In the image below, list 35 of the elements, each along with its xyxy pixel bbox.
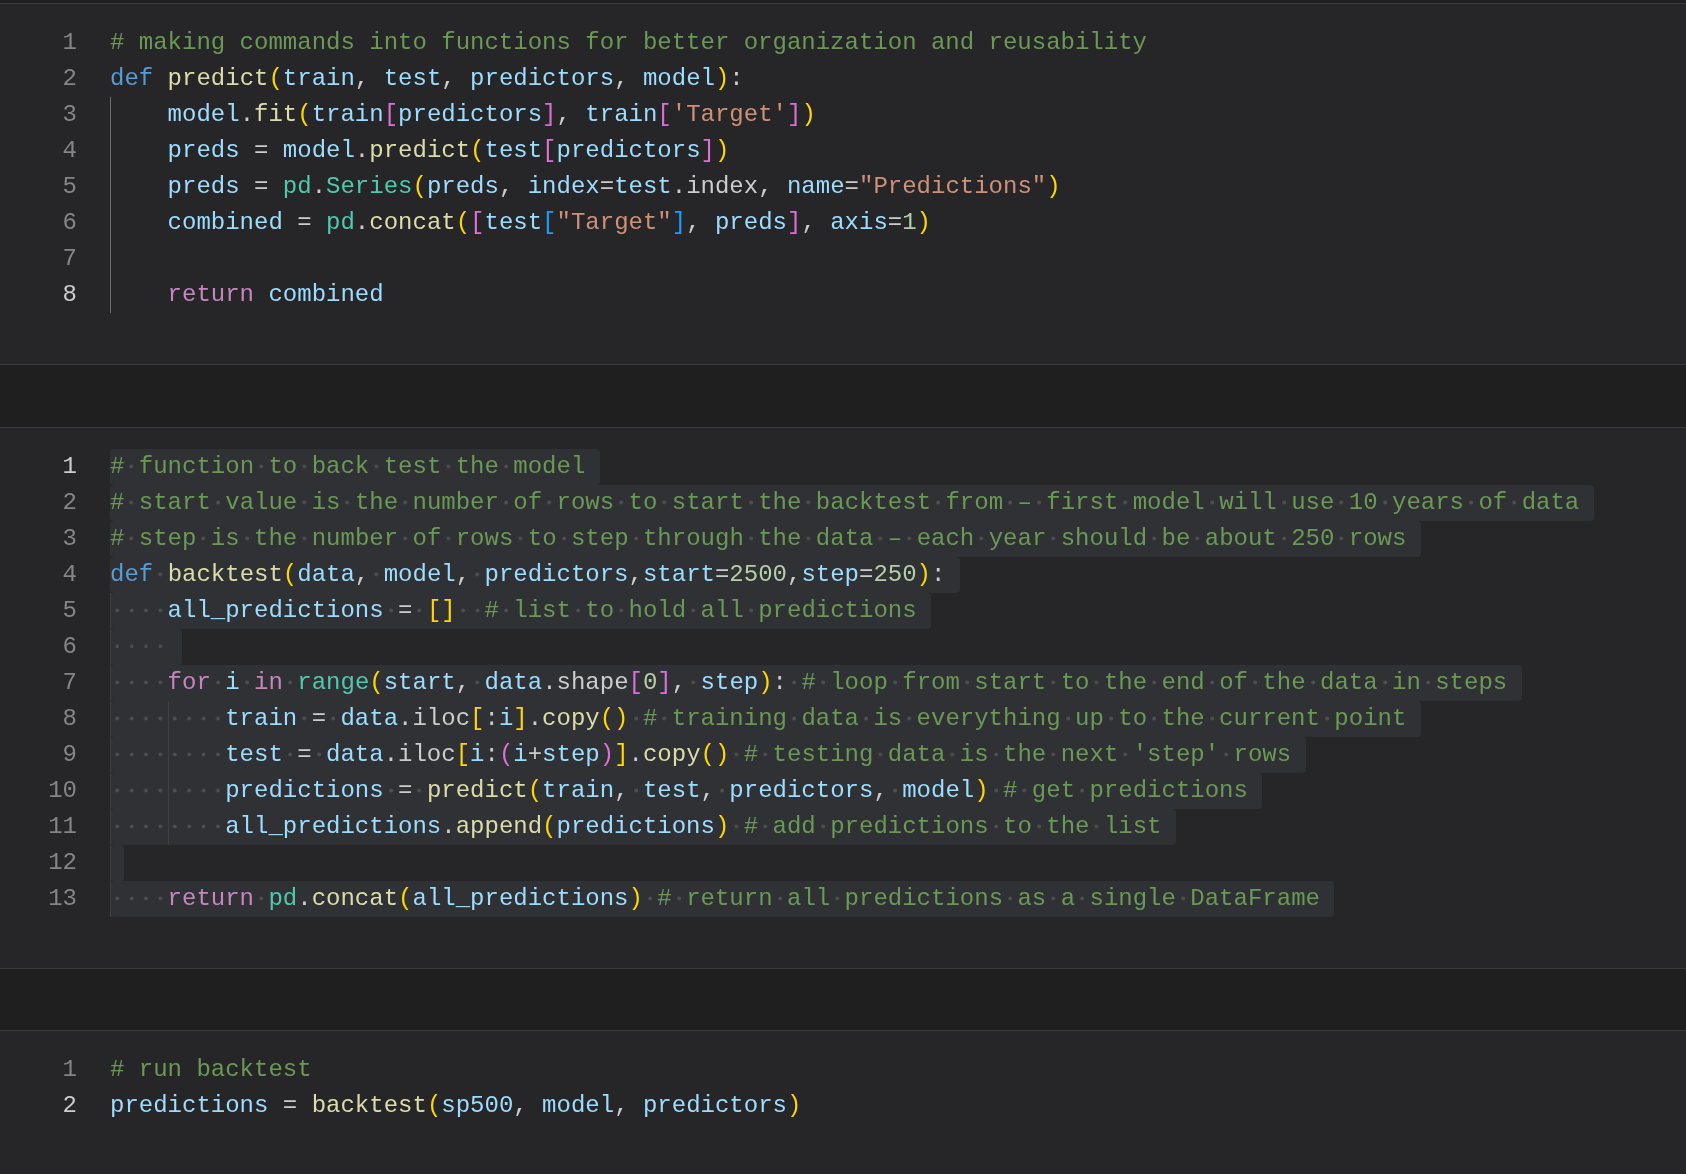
code-line: preds = model.predict(test[predictors]) — [167, 136, 730, 166]
line-number: 5 — [61, 596, 77, 626]
line-number: 6 — [61, 208, 77, 238]
line-number: 4 — [61, 136, 77, 166]
line-number: 5 — [61, 172, 77, 202]
code-line: model.fit(train[predictors], train['Target']) — [167, 100, 816, 130]
line-number: 1 — [61, 1055, 77, 1085]
line-number: 2 — [61, 488, 77, 518]
code-line: predictions = backtest(sp500, model, predictors) — [110, 1091, 802, 1121]
line-number: 6 — [61, 632, 77, 662]
line-number: 1 — [61, 452, 77, 482]
code-line: combined = pd.concat([test["Target"], preds], axis=1) — [167, 208, 931, 238]
line-number: 9 — [61, 740, 77, 770]
line-number: 11 — [47, 812, 77, 842]
line-number: 13 — [47, 884, 77, 914]
line-number: 4 — [61, 560, 77, 590]
code-editor[interactable]: 1 # run backtest 2 predictions = backtest(sp500, model, predictors) — [0, 1030, 1686, 1174]
line-number: 2 — [61, 1091, 77, 1121]
line-number: 7 — [61, 668, 77, 698]
line-number: 3 — [61, 524, 77, 554]
line-number: 7 — [61, 244, 77, 274]
line-number: 2 — [61, 64, 77, 94]
code-editor[interactable] — [0, 3, 1686, 365]
line-number: 8 — [61, 704, 77, 734]
code-line: # run backtest — [110, 1055, 312, 1085]
code-line: return combined — [167, 280, 384, 310]
line-number: 8 — [61, 280, 77, 310]
line-number: 12 — [47, 848, 77, 878]
line-number: 3 — [61, 100, 77, 130]
code-editor[interactable] — [0, 427, 1686, 969]
line-number: 1 — [61, 28, 77, 58]
line-number: 10 — [47, 776, 77, 806]
code-line: def predict(train, test, predictors, model): — [110, 64, 744, 94]
code-line: # making commands into functions for better organization and reusability — [110, 28, 1147, 58]
code-line: preds = pd.Series(preds, index=test.index, name="Predictions") — [167, 172, 1061, 202]
